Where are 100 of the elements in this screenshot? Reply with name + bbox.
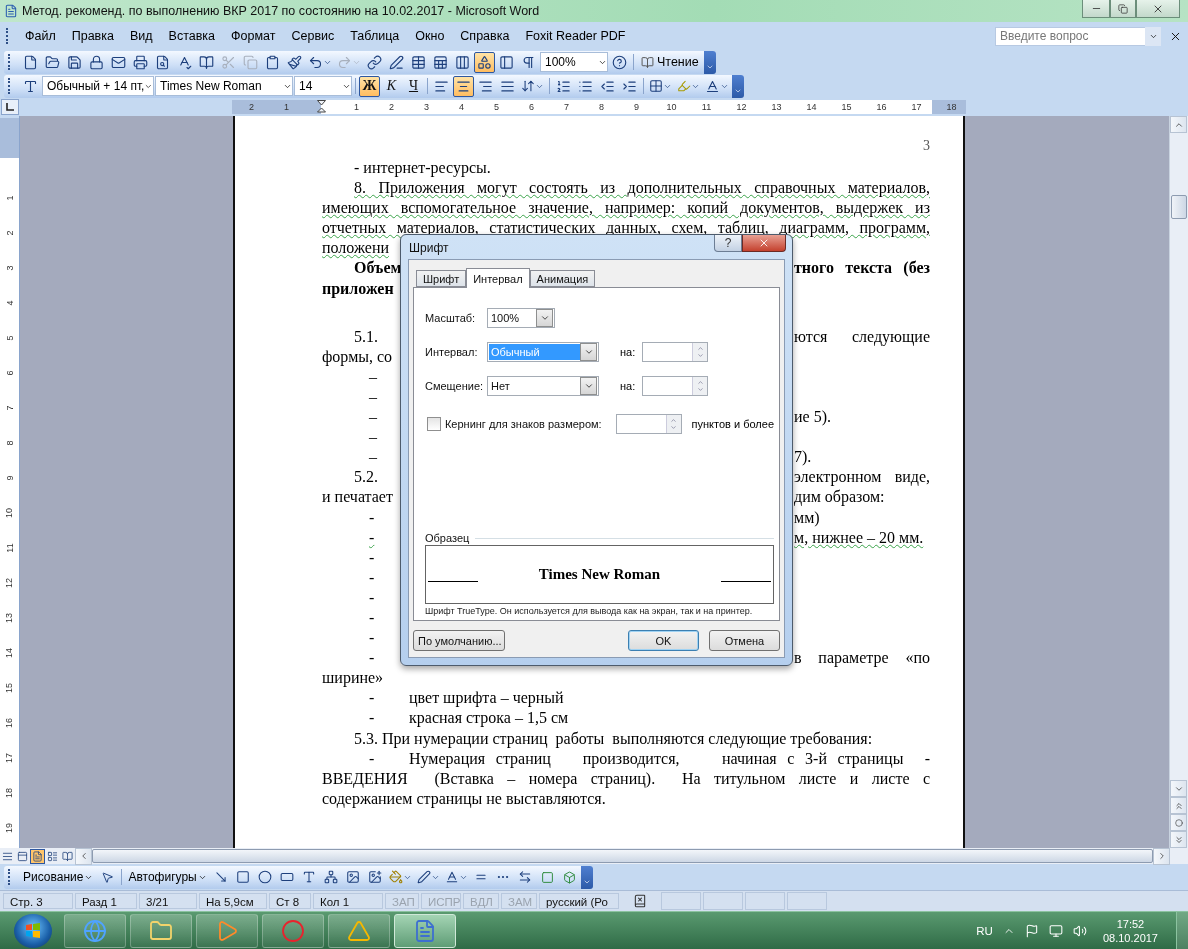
dialog-tab[interactable]: Шрифт — [416, 270, 467, 287]
ruler-number: 4 — [4, 300, 15, 305]
field-label: Интервал: — [425, 346, 479, 358]
text-fragment: мм) — [794, 507, 821, 528]
text-fragment: - — [369, 507, 375, 528]
ruler-number: 9 — [4, 475, 15, 480]
ruler-number: 8 — [4, 440, 15, 445]
text-line: имеющих вспомогательное значение, например: копий документов, выдержек из — [322, 198, 930, 219]
menu-item[interactable]: Окно — [407, 27, 453, 45]
text-fragment: ются следующие — [794, 326, 930, 347]
dialog-button[interactable]: OK — [628, 630, 699, 651]
dialog-button[interactable]: По умолчанию... — [413, 630, 505, 651]
drawing-menu-button[interactable]: Рисование — [20, 870, 97, 884]
status-field: 3/21 — [139, 893, 197, 909]
menu-item[interactable]: Таблица — [342, 27, 408, 45]
field-label: Смещение: — [425, 380, 485, 392]
text-line: красная строка – 1,5 см — [409, 708, 569, 729]
menu-item[interactable]: Вид — [121, 27, 161, 45]
menu-item[interactable]: Сервис — [283, 27, 343, 45]
status-field: ВДЛ — [463, 893, 499, 909]
text-fragment: – — [369, 407, 377, 428]
menu-item[interactable]: Файл — [17, 27, 64, 45]
text-line: содержанием страницы не выставляются. — [322, 788, 606, 809]
text-fragment: в параметре «по — [794, 648, 930, 669]
clock-time: 17:52 — [1116, 916, 1145, 931]
status-field: ЗАМ — [501, 893, 537, 909]
menu-item[interactable]: Вставка — [160, 27, 224, 45]
page-number: 3 — [923, 137, 930, 154]
text-fragment: и печатает — [322, 487, 393, 508]
ruler-number: 2 — [249, 102, 254, 112]
text-line: положени — [322, 238, 389, 259]
field-label: Масштаб: — [425, 312, 477, 324]
ruler-number: 12 — [4, 577, 15, 588]
autoshapes-button[interactable]: Автофигуры — [125, 870, 210, 884]
text-fragment: тного текста (без — [794, 258, 930, 279]
field-label: на: — [620, 380, 637, 392]
dropdown[interactable]: 100% — [487, 308, 555, 328]
style-combo[interactable]: Обычный + 14 пт, — [42, 76, 154, 96]
menu-item[interactable]: Справка — [452, 27, 518, 45]
reading-button[interactable]: Чтение — [637, 55, 703, 69]
bold-button[interactable]: Ж — [359, 75, 380, 97]
ruler-number: 12 — [736, 102, 747, 112]
status-field: На 5,9см — [199, 893, 267, 909]
field-label: на: — [620, 346, 637, 358]
ruler-number: 1 — [4, 195, 15, 200]
dialog-tab[interactable]: Анимация — [529, 270, 596, 287]
ruler-number: 6 — [4, 370, 15, 375]
clock-date: 08.10.2017 — [1102, 930, 1158, 945]
font-size-combo[interactable]: 14 — [294, 76, 352, 96]
ruler-number: 18 — [946, 102, 957, 112]
ruler-number: 10 — [4, 507, 15, 518]
help-search-field[interactable]: Введите вопрос — [995, 26, 1145, 46]
status-field: Разд 1 — [75, 893, 137, 909]
dialog-title: Шрифт — [409, 241, 449, 255]
dialog-tab[interactable]: Интервал — [466, 268, 530, 288]
ruler-number: 11 — [4, 542, 15, 553]
text-line: - интернет-ресурсы. — [354, 158, 491, 179]
zoom-combo[interactable]: 100% — [540, 52, 608, 72]
status-field: ИСПР — [421, 893, 461, 909]
text-fragment: - — [369, 527, 375, 548]
ruler-number: 16 — [4, 717, 15, 728]
ruler-number: 14 — [4, 647, 15, 658]
field-label: пунктов и более — [691, 418, 774, 430]
group-label: Образец — [425, 532, 470, 544]
text-fragment: м, нижнее – 20 мм. — [794, 527, 925, 548]
text-fragment: электронном виде, — [794, 467, 930, 488]
ruler-number: 6 — [529, 102, 534, 112]
list-dash: - — [369, 709, 375, 727]
text-line: цвет шрифта – черный — [409, 688, 564, 709]
text-line: отчетных материалов, статистических данных, схем, таблиц, диаграмм, программ, — [322, 218, 930, 238]
help-button[interactable]: ? — [714, 235, 742, 252]
text-line: ВВЕДЕНИЯ (Вставка – номера страниц). На титульном листе и листе с — [322, 768, 930, 789]
menu-item[interactable]: Foxit Reader PDF — [517, 27, 634, 45]
ruler-number: 2 — [389, 102, 394, 112]
list-dash: - — [369, 689, 375, 707]
dialog-button[interactable]: Отмена — [709, 630, 780, 651]
ruler-number: 8 — [599, 102, 604, 112]
text-fragment: дим образом: — [794, 487, 886, 508]
checkbox-label: Кернинг для знаков размером: — [444, 418, 603, 430]
ruler-number: 17 — [911, 102, 922, 112]
text-line: Нумерация страниц производится, начиная с 3-й страницы - — [409, 748, 930, 769]
ruler-number: 3 — [424, 102, 429, 112]
menu-item[interactable]: Формат — [223, 27, 284, 45]
ruler-number: 14 — [806, 102, 817, 112]
status-field: русский (Ро — [539, 893, 619, 909]
underline-button[interactable]: Ч — [403, 75, 424, 97]
clock[interactable]: 17:52 08.10.2017 — [1102, 916, 1158, 945]
language-indicator[interactable]: RU — [976, 924, 993, 937]
text-fragment: - — [369, 648, 375, 669]
ruler-number: 2 — [4, 230, 15, 235]
ruler-number: 7 — [4, 405, 15, 410]
italic-button[interactable]: К — [381, 75, 402, 97]
ruler-number: 9 — [634, 102, 639, 112]
font-combo[interactable]: Times New Roman — [155, 76, 293, 96]
text-fragment: 7). — [794, 447, 813, 468]
text-fragment: ие 5). — [794, 407, 832, 428]
font-note: Шрифт TrueType. Он используется для вывода как на экран, так и на принтер. — [425, 606, 754, 616]
status-field: Ст 8 — [269, 893, 311, 909]
menu-item[interactable]: Правка — [63, 27, 122, 45]
dropdown[interactable]: Нет — [487, 376, 599, 396]
